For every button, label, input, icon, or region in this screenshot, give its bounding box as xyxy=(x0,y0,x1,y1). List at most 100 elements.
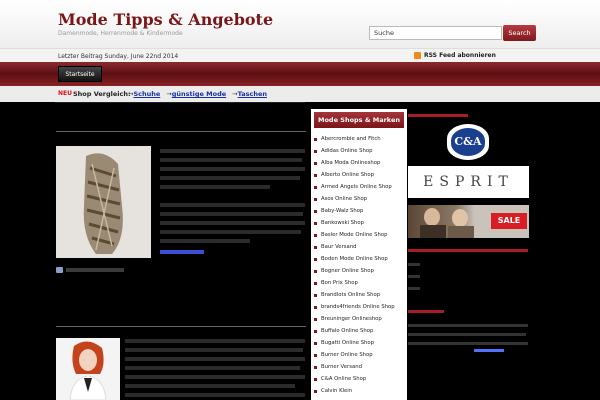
main-nav: Startseite xyxy=(0,62,600,86)
sale-label: SALE xyxy=(491,213,527,229)
shop-list-item[interactable]: Boden Mode Online Shop xyxy=(314,253,404,265)
bullet-icon xyxy=(314,245,317,249)
shop-list-item[interactable]: Asos Online Shop xyxy=(314,193,404,205)
shop-link-label[interactable]: Taschen xyxy=(238,90,267,98)
shop-list-item[interactable]: Bon Prix Shop xyxy=(314,277,404,289)
shop-item-label: Boden Mode Online Shop xyxy=(321,256,388,262)
shop-list-item[interactable]: Adidas Online Shop xyxy=(314,145,404,157)
bullet-icon xyxy=(314,185,317,189)
shop-list-item[interactable]: Baby-Walz Shop xyxy=(314,205,404,217)
tab-startseite[interactable]: Startseite xyxy=(58,66,102,82)
shop-item-label: Baur Versand xyxy=(321,244,357,250)
shop-list-item[interactable]: Alberto Online Shop xyxy=(314,169,404,181)
shop-item-label: Adidas Online Shop xyxy=(321,148,373,154)
shop-item-label: Burner Versand xyxy=(321,364,362,370)
search-button[interactable]: Search xyxy=(503,25,536,41)
bullet-icon xyxy=(314,149,317,153)
shop-list-item[interactable]: brands4friends Online Shop xyxy=(314,301,404,313)
ad-heading xyxy=(408,114,468,117)
shop-list-item[interactable]: Burner Versand xyxy=(314,361,404,373)
shop-link-label[interactable]: günstige Mode xyxy=(172,90,226,98)
bullet-icon xyxy=(314,353,317,357)
shop-item-label: brands4friends Online Shop xyxy=(321,304,395,310)
shop-list-item[interactable]: Brandlots Online Shop xyxy=(314,289,404,301)
shop-item-label: C&A Online Shop xyxy=(321,376,367,382)
right-text-line xyxy=(408,275,420,278)
shop-item-label: Alberto Online Shop xyxy=(321,172,374,178)
site-tagline: Damenmode, Herrenmode & Kindermode xyxy=(58,30,183,37)
post-text-line xyxy=(125,357,305,361)
bullet-icon xyxy=(314,329,317,333)
right-heading xyxy=(408,310,444,313)
shop-list-item[interactable]: Abercrombie and Fitch xyxy=(314,133,404,145)
bullet-icon xyxy=(314,365,317,369)
shop-item-label: Asos Online Shop xyxy=(321,196,368,202)
shop-list-item[interactable]: Bogner Online Shop xyxy=(314,265,404,277)
ca-logo: C&A xyxy=(451,128,485,156)
right-text-line xyxy=(408,287,420,290)
shop-list-item[interactable]: Baur Versand xyxy=(314,241,404,253)
site-title[interactable]: Mode Tipps & Angebote xyxy=(58,10,273,29)
shop-list-item[interactable]: Basler Mode Online Shop xyxy=(314,229,404,241)
shop-compare-label: Shop Vergleich: xyxy=(73,90,131,98)
bullet-icon xyxy=(314,377,317,381)
divider xyxy=(55,102,305,103)
rss-icon xyxy=(414,52,421,59)
bullet-icon xyxy=(314,281,317,285)
post-text-line xyxy=(160,230,301,234)
post-image-person[interactable] xyxy=(56,338,120,400)
shop-item-label: Buffalo Online Shop xyxy=(321,328,374,334)
shop-item-label: Bon Prix Shop xyxy=(321,280,358,286)
comment-icon xyxy=(56,267,63,273)
shop-list-item[interactable]: Calvin Klein xyxy=(314,385,404,397)
shop-item-label: Bogner Online Shop xyxy=(321,268,374,274)
sale-photo xyxy=(420,208,474,238)
bullet-icon xyxy=(314,317,317,321)
shop-item-label: Brandlots Online Shop xyxy=(321,292,381,298)
post-text-line xyxy=(160,176,300,180)
post-text-line xyxy=(160,158,302,162)
post-text-line xyxy=(125,366,300,370)
shop-list-item[interactable]: C&A Online Shop xyxy=(314,373,404,385)
shop-item-label: Abercrombie and Fitch xyxy=(321,136,381,142)
search-input[interactable] xyxy=(369,26,502,40)
shop-link-guenstige-mode[interactable]: →günstige Mode xyxy=(166,90,226,98)
shop-link-taschen[interactable]: →Taschen xyxy=(232,90,267,98)
ca-ad[interactable]: C&A xyxy=(447,124,489,160)
post-divider xyxy=(56,326,306,327)
shop-item-label: Bankowski Shop xyxy=(321,220,364,226)
shop-compare-links: →Schuhe →günstige Mode →Taschen xyxy=(128,90,267,98)
shop-list-item[interactable]: Buffalo Online Shop xyxy=(314,325,404,337)
shop-list-item[interactable]: Bugatti Online Shop xyxy=(314,337,404,349)
shops-sidebar: Mode Shops & Marken Abercrombie and Fitc… xyxy=(311,109,407,400)
shop-link-label[interactable]: Schuhe xyxy=(133,90,160,98)
shop-list-item[interactable]: Bankowski Shop xyxy=(314,217,404,229)
right-text-line xyxy=(408,324,528,327)
shop-list-item[interactable]: Armed Angels Online Shop xyxy=(314,181,404,193)
shop-list: Abercrombie and Fitch Adidas Online Shop… xyxy=(314,133,404,397)
rss-link[interactable]: RSS Feed abonnieren xyxy=(414,52,496,59)
shop-list-item[interactable]: Breuninger Onlineshop xyxy=(314,313,404,325)
comments-link[interactable] xyxy=(56,267,124,273)
bullet-icon xyxy=(314,173,317,177)
post-text-line xyxy=(125,384,295,388)
post-image-shoe[interactable] xyxy=(56,146,151,258)
read-more-link[interactable] xyxy=(160,250,204,254)
shop-link-schuhe[interactable]: →Schuhe xyxy=(128,90,160,98)
post-text-line xyxy=(160,149,305,153)
bullet-icon xyxy=(314,233,317,237)
esprit-ad[interactable]: ESPRIT xyxy=(408,166,529,198)
right-link[interactable] xyxy=(474,349,504,352)
shop-item-label: Calvin Klein xyxy=(321,388,353,394)
shop-list-item[interactable]: Burner Online Shop xyxy=(314,349,404,361)
shop-compare-bar: NEU Shop Vergleich: →Schuhe →günstige Mo… xyxy=(0,86,600,102)
shop-list-item[interactable]: Alba Moda Onlineshop xyxy=(314,157,404,169)
rss-label: RSS Feed abonnieren xyxy=(424,52,496,59)
bullet-icon xyxy=(314,221,317,225)
post-text-line xyxy=(160,212,303,216)
sale-ad[interactable]: SALE xyxy=(408,205,529,238)
comments-label xyxy=(66,268,124,272)
shop-item-label: Alba Moda Onlineshop xyxy=(321,160,381,166)
shop-item-label: Burner Online Shop xyxy=(321,352,373,358)
post-text-line xyxy=(160,167,305,171)
